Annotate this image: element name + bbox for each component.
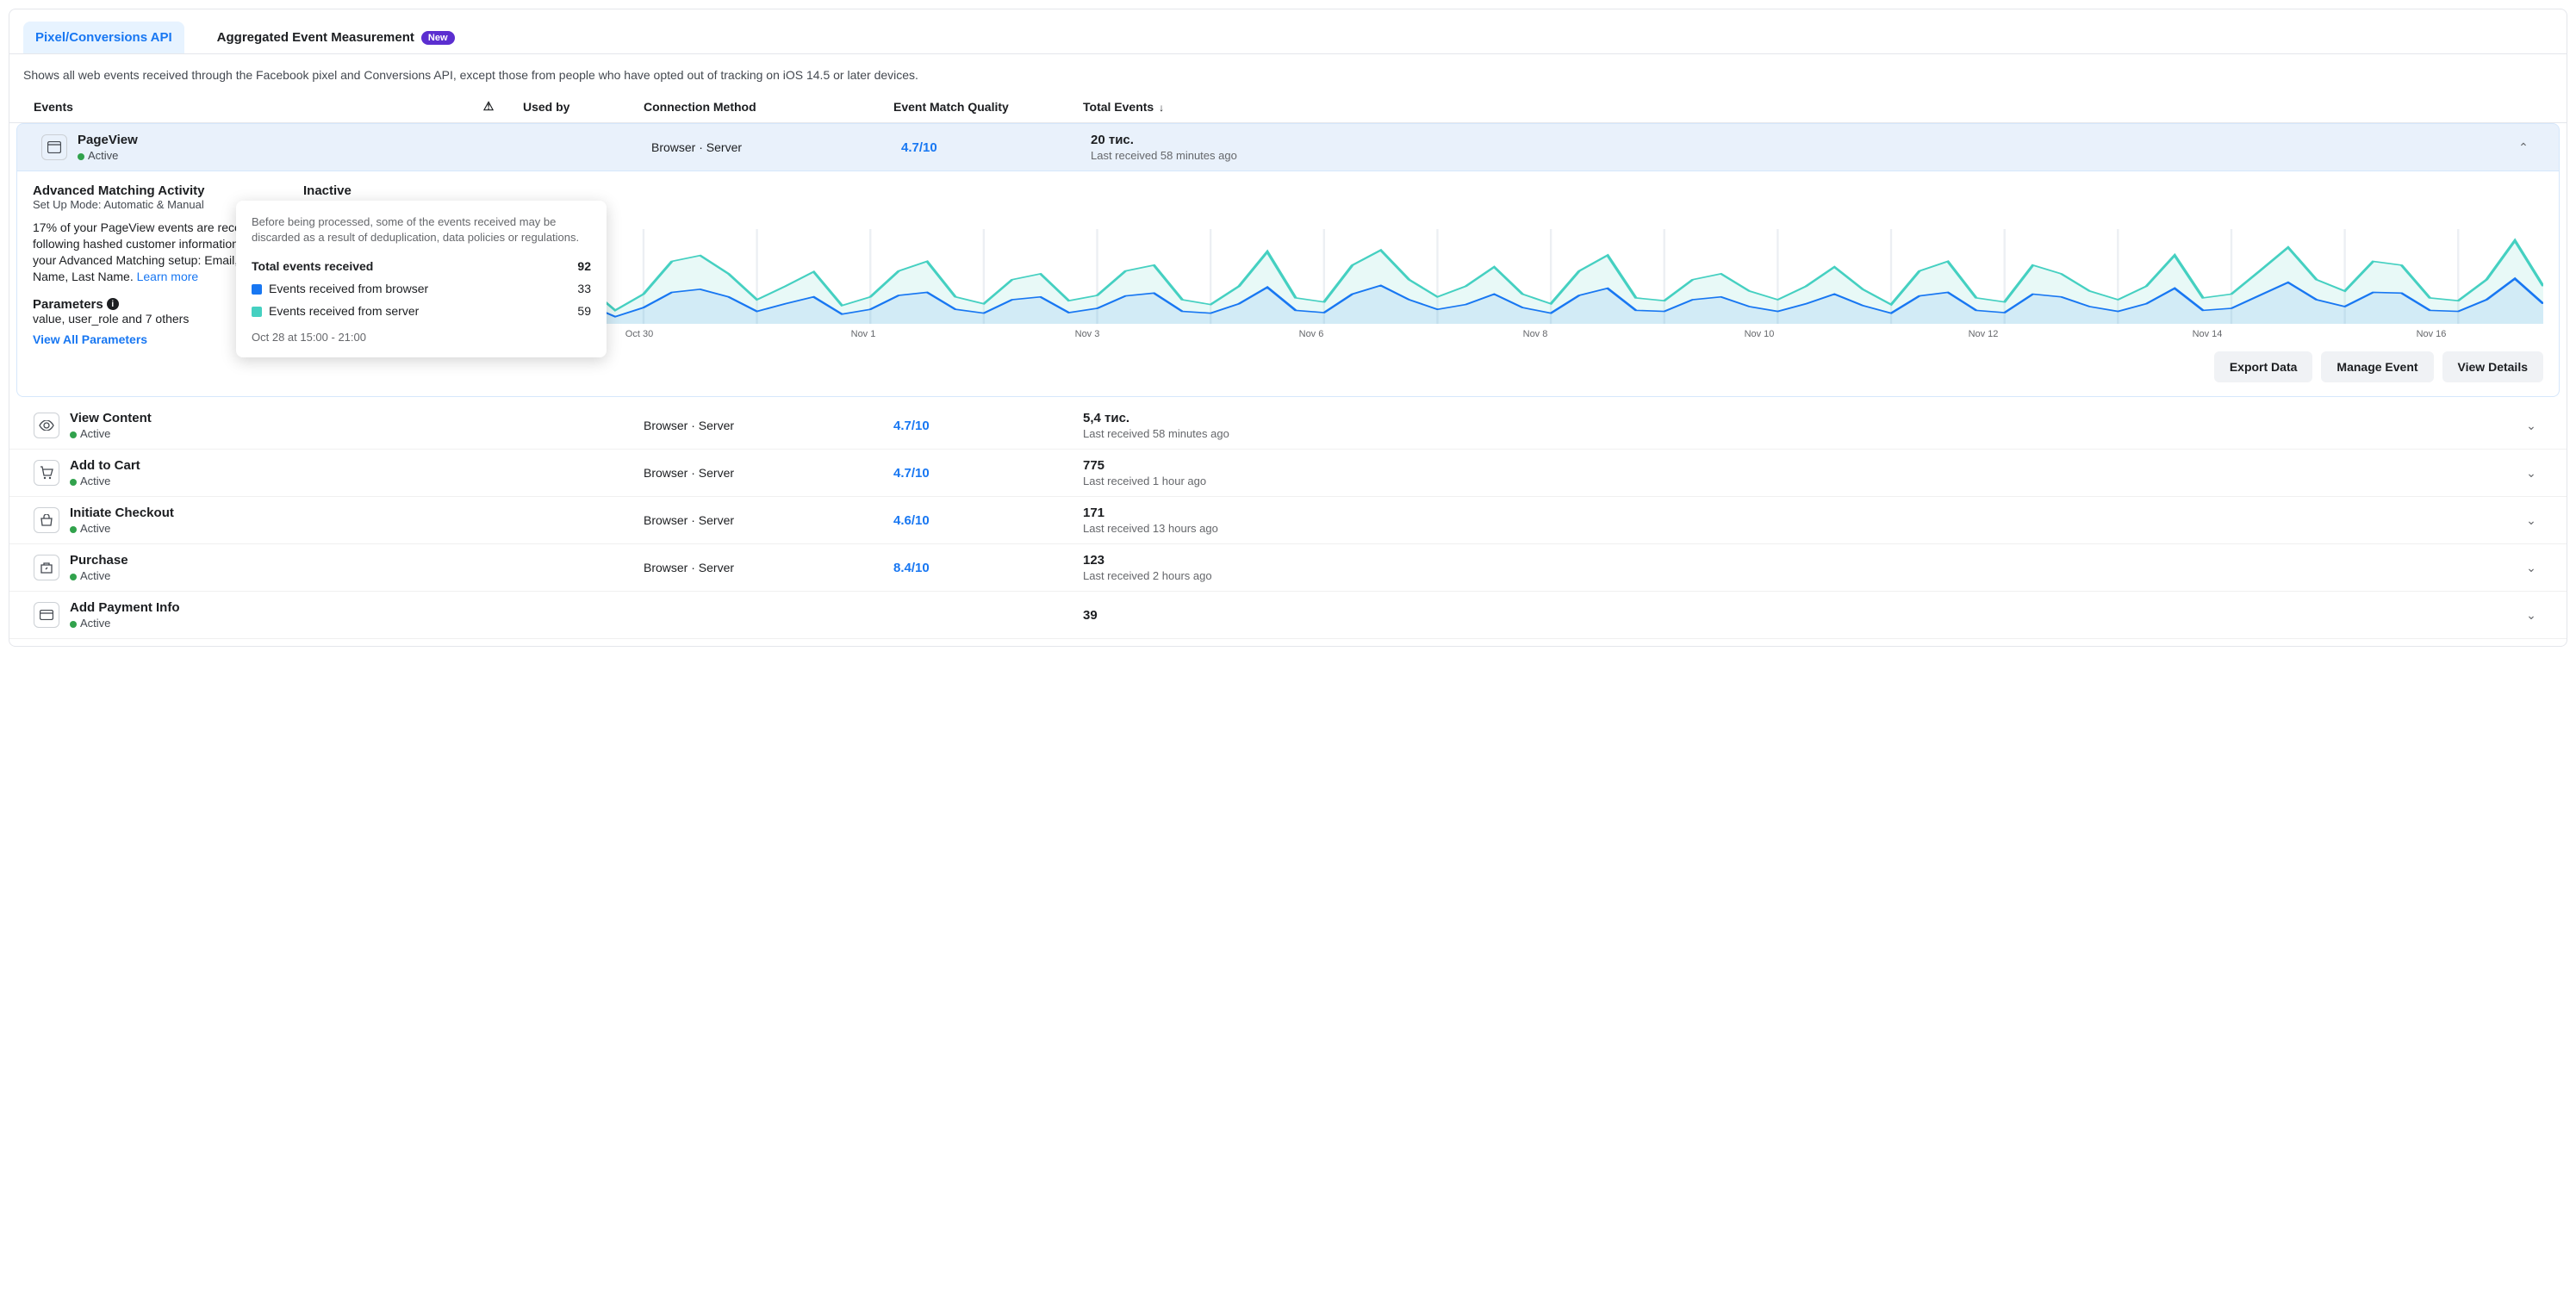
header-emq[interactable]: Event Match Quality: [893, 100, 1083, 114]
tooltip-note: Before being processed, some of the even…: [252, 214, 591, 245]
tooltip-time: Oct 28 at 15:00 - 21:00: [252, 331, 591, 344]
event-icon: [34, 555, 59, 580]
chevron-down-icon[interactable]: ⌄: [2526, 466, 2536, 480]
header-used-by[interactable]: Used by: [523, 100, 644, 114]
x-axis-tick: Nov 12: [1871, 329, 2095, 339]
tab-aem[interactable]: Aggregated Event Measurement New: [205, 22, 467, 53]
legend-square-browser: [252, 284, 262, 295]
event-status: Active: [70, 522, 174, 535]
warning-icon: [483, 99, 495, 113]
events-manager-panel: Pixel/Conversions API Aggregated Event M…: [9, 9, 2567, 647]
event-status: Active: [70, 569, 128, 582]
event-icon: [34, 413, 59, 438]
chevron-up-icon[interactable]: ⌃: [2518, 140, 2529, 154]
x-axis-tick: Nov 14: [2095, 329, 2319, 339]
event-name: Add Payment Info: [70, 600, 180, 615]
event-status: Active: [70, 475, 140, 487]
new-badge: New: [421, 31, 455, 45]
connection-method: Browser · Server: [644, 466, 893, 480]
total-count: 775: [1083, 458, 2510, 473]
event-icon: [34, 507, 59, 533]
x-axis-tick: Nov 10: [1647, 329, 1871, 339]
total-sub: Last received 2 hours ago: [1083, 569, 2510, 582]
view-details-button[interactable]: View Details: [2442, 351, 2543, 382]
total-count: 20 тис.: [1091, 133, 2502, 147]
legend-square-server: [252, 307, 262, 317]
event-icon: [34, 460, 59, 486]
event-row[interactable]: Add to Cart Active Browser · Server4.7/10 7…: [9, 450, 2567, 497]
total-count: 5,4 тис.: [1083, 411, 2510, 425]
tooltip-server-row: Events received from server 59: [252, 300, 591, 322]
event-row[interactable]: Add Payment Info Active 39 ⌄: [9, 592, 2567, 639]
event-row[interactable]: View Content Active Browser · Server4.7/10…: [9, 402, 2567, 450]
total-sub: Last received 58 minutes ago: [1083, 427, 2510, 440]
event-name: PageView: [78, 133, 138, 147]
emq-link[interactable]: 4.6/10: [893, 513, 930, 528]
emq-link[interactable]: 4.7/10: [893, 466, 930, 481]
header-events[interactable]: Events: [23, 100, 454, 114]
table-header-row: Events Used by Connection Method Event M…: [9, 90, 2567, 123]
event-name: View Content: [70, 411, 152, 425]
event-name: Purchase: [70, 553, 128, 568]
event-status: Active: [70, 617, 180, 630]
connection-method: Browser · Server: [644, 513, 893, 527]
export-data-button[interactable]: Export Data: [2214, 351, 2313, 382]
connection-method: Browser · Server: [651, 140, 901, 154]
info-icon[interactable]: i: [107, 298, 119, 310]
total-count: 123: [1083, 553, 2510, 568]
total-sub: Last received 1 hour ago: [1083, 475, 2510, 487]
emq-link[interactable]: 4.7/10: [893, 419, 930, 433]
event-status: Active: [70, 427, 152, 440]
am-title: Advanced Matching Activity: [33, 183, 291, 198]
emq-link[interactable]: 8.4/10: [893, 561, 930, 575]
chevron-down-icon[interactable]: ⌄: [2526, 608, 2536, 622]
tab-pixel-label: Pixel/Conversions API: [35, 30, 172, 45]
inactive-sub: Never received event: [303, 198, 2543, 212]
inactive-label: Inactive: [303, 183, 2543, 198]
chart-area[interactable]: [303, 229, 2543, 324]
connection-method: Browser · Server: [644, 419, 893, 432]
chevron-down-icon[interactable]: ⌄: [2526, 419, 2536, 432]
header-total[interactable]: Total Events ↓: [1083, 100, 2510, 114]
chart-tooltip: Before being processed, some of the even…: [236, 201, 607, 357]
tab-pixel-conversions[interactable]: Pixel/Conversions API: [23, 22, 184, 53]
total-sub: Last received 13 hours ago: [1083, 522, 2510, 535]
details-chart: Inactive Never received event 373 Oct 28…: [303, 183, 2543, 382]
tab-description: Shows all web events received through th…: [9, 54, 2567, 90]
header-connection[interactable]: Connection Method: [644, 100, 893, 114]
total-count: 171: [1083, 506, 2510, 520]
chevron-down-icon[interactable]: ⌄: [2526, 513, 2536, 527]
event-row[interactable]: PurchaseActive Browser · Server8.4/10 123L…: [9, 544, 2567, 592]
x-axis-tick: Nov 3: [975, 329, 1199, 339]
window-icon: [41, 134, 67, 160]
x-axis-tick: Nov 1: [751, 329, 975, 339]
total-sub: Last received 58 minutes ago: [1091, 149, 2502, 162]
emq-link[interactable]: 4.7/10: [901, 140, 937, 155]
y-axis-max: 373: [303, 217, 2543, 227]
event-details-panel: Advanced Matching Activity Set Up Mode: …: [16, 171, 2560, 397]
tooltip-total-row: Total events received 92: [252, 255, 591, 277]
event-status: Active: [78, 149, 138, 162]
event-icon: [34, 602, 59, 628]
event-row[interactable]: Initiate Checkout Active Browser · Server4…: [9, 497, 2567, 544]
total-count: 39: [1083, 608, 2510, 623]
header-warning[interactable]: [454, 99, 523, 114]
event-name: Add to Cart: [70, 458, 140, 473]
event-name: Initiate Checkout: [70, 506, 174, 520]
learn-more-link[interactable]: Learn more: [137, 270, 199, 283]
x-axis: Oct 28Oct 30Nov 1Nov 3Nov 6Nov 8Nov 10No…: [303, 329, 2543, 339]
x-axis-tick: Nov 16: [2319, 329, 2543, 339]
tab-aem-label: Aggregated Event Measurement: [217, 30, 414, 45]
connection-method: Browser · Server: [644, 561, 893, 574]
x-axis-tick: Nov 6: [1199, 329, 1423, 339]
chevron-down-icon[interactable]: ⌄: [2526, 561, 2536, 574]
manage-event-button[interactable]: Manage Event: [2321, 351, 2433, 382]
x-axis-tick: Nov 8: [1423, 329, 1647, 339]
tooltip-browser-row: Events received from browser 33: [252, 277, 591, 300]
sort-desc-icon: ↓: [1159, 102, 1164, 114]
detail-buttons: Export Data Manage Event View Details: [303, 351, 2543, 382]
event-row-pageview[interactable]: PageView Active Browser · Server 4.7/10 …: [16, 123, 2560, 171]
tabs-bar: Pixel/Conversions API Aggregated Event M…: [9, 9, 2567, 54]
